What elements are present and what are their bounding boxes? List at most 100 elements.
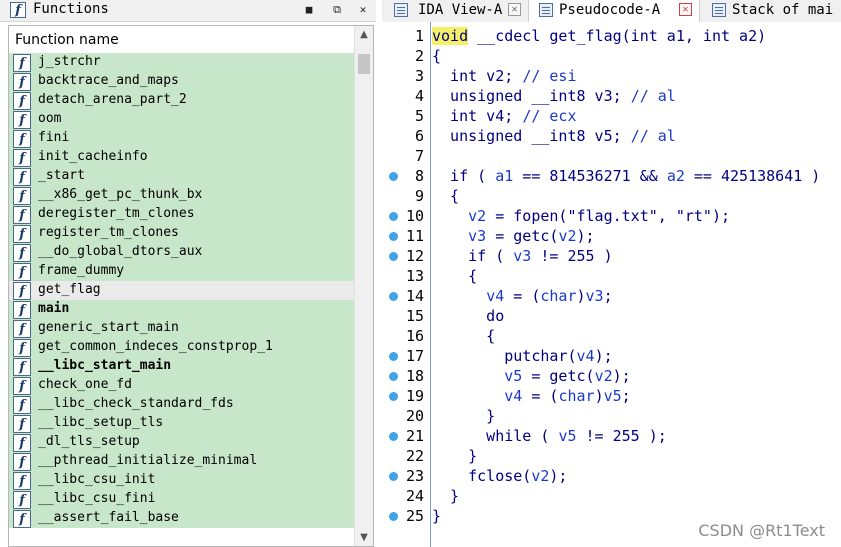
code-line[interactable]: 3 int v2; // esi [382,66,841,86]
code-line[interactable]: 5 int v4; // ecx [382,106,841,126]
function-row[interactable]: f __pthread_initialize_minimal [9,452,355,471]
function-row[interactable]: f get_common_indeces_constprop_1 [9,338,355,357]
code-line[interactable]: 13 { [382,266,841,286]
code-line[interactable]: 24 } [382,486,841,506]
breakpoint-dot-icon[interactable] [389,232,398,241]
function-row[interactable]: f __libc_check_standard_fds [9,395,355,414]
vertical-scrollbar[interactable]: ▲ ▼ [354,26,373,546]
close-icon[interactable]: ✕ [356,3,370,17]
code-text[interactable]: } [432,407,495,425]
function-row[interactable]: f __assert_fail_base [9,509,355,528]
code-line[interactable]: 4 unsigned __int8 v3; // al [382,86,841,106]
function-row[interactable]: f _start [9,167,355,186]
code-line[interactable]: 15 do [382,306,841,326]
function-row[interactable]: f main [9,300,355,319]
function-row[interactable]: f fini [9,129,355,148]
function-row[interactable]: f detach_arena_part_2 [9,91,355,110]
function-row[interactable]: f _dl_tls_setup [9,433,355,452]
function-row[interactable]: f __libc_start_main [9,357,355,376]
scroll-up-icon[interactable]: ▲ [355,26,373,43]
function-row[interactable]: f frame_dummy [9,262,355,281]
code-text[interactable]: while ( v5 != 255 ); [432,427,667,445]
pseudocode-view[interactable]: 1 void __cdecl get_flag(int a1, int a2) 2{… [382,22,841,547]
code-line[interactable]: 1 void __cdecl get_flag(int a1, int a2) [382,26,841,46]
code-line[interactable]: 9 { [382,186,841,206]
breakpoint-dot-icon[interactable] [389,472,398,481]
code-text[interactable]: { [432,47,441,65]
breakpoint-dot-icon[interactable] [389,292,398,301]
breakpoint-dot-icon[interactable] [389,512,398,521]
code-text[interactable]: v3 = getc(v2); [432,227,594,245]
function-row[interactable]: f __libc_csu_fini [9,490,355,509]
code-text[interactable]: int v2; // esi [432,67,576,85]
functions-titlebar[interactable]: f Functions ■ ⧉ ✕ [0,0,376,22]
restore-icon[interactable]: ■ [302,3,316,17]
code-text[interactable]: int v4; // ecx [432,107,576,125]
code-line[interactable]: 17 putchar(v4); [382,346,841,366]
function-row[interactable]: f deregister_tm_clones [9,205,355,224]
code-text[interactable]: if ( v3 != 255 ) [432,247,613,265]
code-line[interactable]: 8 if ( a1 == 814536271 && a2 == 42513864… [382,166,841,186]
code-line[interactable]: 19 v4 = (char)v5; [382,386,841,406]
code-line[interactable]: 14 v4 = (char)v3; [382,286,841,306]
code-text[interactable]: putchar(v4); [432,347,612,365]
function-row[interactable]: f __do_global_dtors_aux [9,243,355,262]
code-text[interactable]: v2 = fopen("flag.txt", "rt"); [432,207,730,225]
function-name: __libc_start_main [38,358,172,373]
function-row[interactable]: f register_tm_clones [9,224,355,243]
breakpoint-dot-icon[interactable] [389,212,398,221]
code-line[interactable]: 20 } [382,406,841,426]
scroll-thumb[interactable] [358,54,370,74]
code-text[interactable]: v4 = (char)v5; [432,387,630,405]
close-icon[interactable]: ✕ [508,3,521,16]
breakpoint-dot-icon[interactable] [389,432,398,441]
code-text[interactable]: void __cdecl get_flag(int a1, int a2) [432,27,766,45]
code-text[interactable]: } [432,447,477,465]
code-text[interactable]: unsigned __int8 v3; // al [432,87,676,105]
tab-pseudocode[interactable]: Pseudocode-A ✕ [528,0,700,22]
function-row[interactable]: f __x86_get_pc_thunk_bx [9,186,355,205]
scroll-down-icon[interactable]: ▼ [355,529,373,546]
code-text[interactable]: } [432,507,441,525]
code-line[interactable]: 7 [382,146,841,166]
function-row[interactable]: f generic_start_main [9,319,355,338]
breakpoint-dot-icon[interactable] [389,352,398,361]
code-line[interactable]: 23 fclose(v2); [382,466,841,486]
column-header-function-name[interactable]: Function name [9,26,355,54]
code-line[interactable]: 18 v5 = getc(v2); [382,366,841,386]
function-row[interactable]: f __libc_setup_tls [9,414,355,433]
function-row[interactable]: f check_one_fd [9,376,355,395]
code-text[interactable]: { [432,187,459,205]
function-row[interactable]: f backtrace_and_maps [9,72,355,91]
code-line[interactable]: 2{ [382,46,841,66]
code-text[interactable]: do [432,307,504,325]
code-line[interactable]: 21 while ( v5 != 255 ); [382,426,841,446]
code-line[interactable]: 16 { [382,326,841,346]
float-icon[interactable]: ⧉ [330,3,344,17]
function-row[interactable]: f __libc_csu_init [9,471,355,490]
breakpoint-dot-icon[interactable] [389,172,398,181]
breakpoint-dot-icon[interactable] [389,392,398,401]
function-row[interactable]: f get_flag [9,281,355,300]
code-text[interactable]: if ( a1 == 814536271 && a2 == 425138641 … [432,167,820,185]
code-text[interactable]: { [432,267,477,285]
code-line[interactable]: 11 v3 = getc(v2); [382,226,841,246]
code-text[interactable]: } [432,487,459,505]
tab-ida-view[interactable]: IDA View-A ✕ [382,0,526,22]
breakpoint-dot-icon[interactable] [389,372,398,381]
tab-stack[interactable]: Stack of mai [702,0,841,22]
function-row[interactable]: f init_cacheinfo [9,148,355,167]
code-text[interactable]: v4 = (char)v3; [432,287,612,305]
code-text[interactable]: { [432,327,495,345]
code-line[interactable]: 12 if ( v3 != 255 ) [382,246,841,266]
breakpoint-dot-icon[interactable] [389,252,398,261]
code-text[interactable]: v5 = getc(v2); [432,367,630,385]
code-line[interactable]: 22 } [382,446,841,466]
function-row[interactable]: f j_strchr [9,53,355,72]
code-text[interactable]: fclose(v2); [432,467,567,485]
close-icon[interactable]: ✕ [679,3,692,16]
code-line[interactable]: 10 v2 = fopen("flag.txt", "rt"); [382,206,841,226]
function-row[interactable]: f oom [9,110,355,129]
code-text[interactable]: unsigned __int8 v5; // al [432,127,676,145]
code-line[interactable]: 6 unsigned __int8 v5; // al [382,126,841,146]
